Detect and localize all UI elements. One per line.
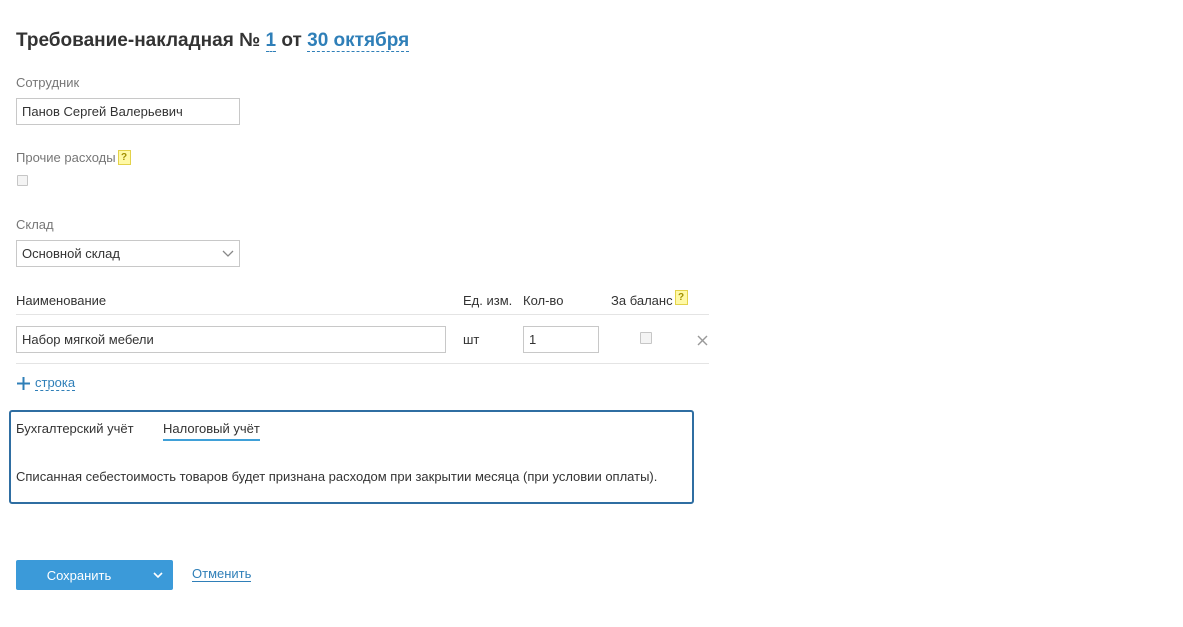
- other-expenses-text: Прочие расходы: [16, 150, 116, 165]
- table-header-divider: [16, 314, 709, 315]
- accounting-message: Списанная себестоимость товаров будет пр…: [16, 469, 658, 484]
- document-number-link[interactable]: 1: [265, 30, 277, 52]
- warehouse-label: Склад: [16, 217, 54, 232]
- item-name-field[interactable]: Набор мягкой мебели: [16, 326, 446, 353]
- column-header-qty: Кол-во: [523, 293, 564, 308]
- help-icon[interactable]: ?: [674, 290, 688, 305]
- cancel-link[interactable]: Отменить: [192, 566, 252, 582]
- item-unit: шт: [463, 332, 480, 347]
- help-icon[interactable]: ?: [117, 150, 131, 165]
- save-button-label[interactable]: Сохранить: [16, 568, 142, 583]
- cancel-label[interactable]: Отменить: [192, 566, 252, 582]
- column-header-name: Наименование: [16, 293, 107, 308]
- document-date-link[interactable]: 30 октября: [307, 30, 410, 52]
- column-header-unit: Ед. изм.: [463, 293, 513, 308]
- warehouse-selected: Основной склад: [22, 246, 120, 261]
- employee-label: Сотрудник: [16, 75, 80, 90]
- close-icon[interactable]: [697, 333, 708, 351]
- plus-icon: [17, 376, 30, 390]
- title-prefix: Требование-накладная №: [16, 30, 261, 51]
- warehouse-select[interactable]: Основной склад: [16, 240, 240, 267]
- off-balance-checkbox[interactable]: [640, 332, 652, 344]
- save-button[interactable]: Сохранить: [16, 560, 173, 590]
- employee-value: Панов Сергей Валерьевич: [22, 104, 183, 119]
- save-dropdown-toggle[interactable]: [142, 571, 173, 579]
- accounting-panel: Бухгалтерский учёт Налоговый учёт Списан…: [9, 410, 694, 504]
- page-title: Требование-накладная № 1 от 30 октября: [16, 30, 410, 52]
- chevron-down-icon: [152, 571, 163, 579]
- title-from: от: [281, 30, 302, 51]
- employee-field[interactable]: Панов Сергей Валерьевич: [16, 98, 240, 125]
- item-qty-value: 1: [529, 332, 537, 347]
- chevron-down-icon: [222, 250, 234, 258]
- add-row-label[interactable]: строка: [35, 375, 76, 391]
- tab-tax-accounting[interactable]: Налоговый учёт: [163, 421, 260, 441]
- item-qty-field[interactable]: 1: [523, 326, 599, 353]
- add-row-button[interactable]: строка: [17, 375, 76, 391]
- table-row-divider: [16, 363, 709, 364]
- other-expenses-checkbox[interactable]: [17, 175, 28, 186]
- tab-accounting[interactable]: Бухгалтерский учёт: [16, 421, 134, 436]
- off-balance-text: За баланс: [611, 293, 673, 308]
- column-header-off-balance: За баланс?: [611, 290, 688, 308]
- other-expenses-label: Прочие расходы?: [16, 150, 131, 165]
- item-name-value: Набор мягкой мебели: [22, 332, 154, 347]
